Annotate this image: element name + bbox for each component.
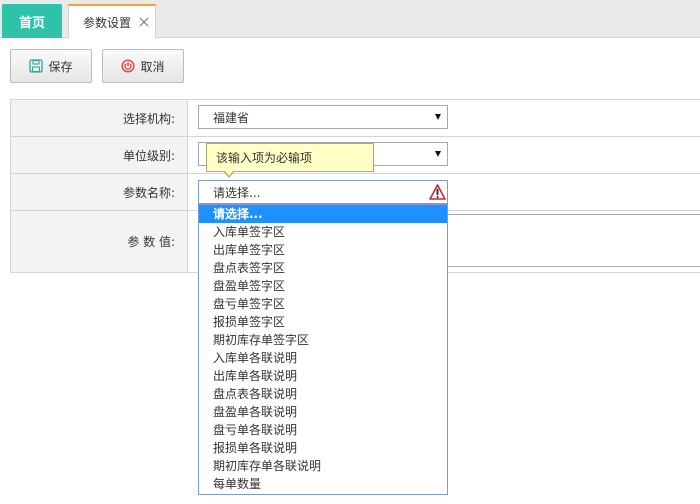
dropdown-option[interactable]: 出库单签字区 — [199, 241, 447, 259]
required-tooltip: 该输入项为必输项 — [206, 143, 374, 178]
dropdown-option[interactable]: 报损单签字区 — [199, 313, 447, 331]
org-select[interactable]: 福建省 — [198, 105, 448, 129]
dropdown-option[interactable]: 出库单各联说明 — [199, 367, 447, 385]
org-select-value: 福建省 — [213, 110, 250, 125]
power-icon — [121, 59, 135, 73]
save-icon — [29, 59, 44, 73]
tab-param-settings-label: 参数设置 — [83, 16, 132, 30]
level-label: 单位级别: — [11, 137, 188, 173]
dropdown-option[interactable]: 入库单各联说明 — [199, 349, 447, 367]
warning-icon — [429, 184, 446, 200]
tab-home-label: 首页 — [18, 15, 45, 31]
tab-home[interactable]: 首页 — [2, 4, 62, 38]
dropdown-option[interactable]: 入库单签字区 — [199, 223, 447, 241]
param-name-dropdown-list: 请选择... 入库单签字区 出库单签字区 盘点表签字区 盘盈单签字区 盘亏单签字区 报损单签… — [198, 204, 448, 495]
dropdown-option[interactable]: 期初库存单签字区 — [199, 331, 447, 349]
dropdown-option[interactable]: 每单数量 — [199, 475, 447, 493]
tab-bar: 首页 参数设置 — [0, 0, 700, 39]
cancel-button-label: 取消 — [140, 59, 165, 74]
param-name-select-value: 请选择... — [213, 185, 261, 200]
org-label: 选择机构: — [11, 100, 188, 136]
close-icon[interactable] — [139, 17, 149, 27]
dropdown-option[interactable]: 盘点表签字区 — [199, 259, 447, 277]
cancel-button[interactable]: 取消 — [102, 49, 184, 83]
dropdown-option[interactable]: 请选择... — [199, 205, 447, 223]
dropdown-option[interactable]: 报损单各联说明 — [199, 439, 447, 457]
save-button-label: 保存 — [48, 59, 73, 74]
dropdown-option[interactable]: 盘盈单各联说明 — [199, 403, 447, 421]
dropdown-option[interactable]: 期初库存单各联说明 — [199, 457, 447, 475]
save-button[interactable]: 保存 — [10, 49, 92, 83]
param-value-label: 参 数 值: — [11, 211, 188, 272]
required-tooltip-text: 该输入项为必输项 — [216, 151, 313, 165]
tooltip-arrow-inner — [224, 170, 234, 176]
param-name-select[interactable]: 请选择... — [198, 180, 448, 204]
dropdown-option[interactable]: 盘盈单签字区 — [199, 277, 447, 295]
param-name-label: 参数名称: — [11, 174, 188, 210]
tab-param-settings[interactable]: 参数设置 — [68, 4, 156, 39]
dropdown-arrow-icon — [435, 114, 441, 120]
dropdown-option[interactable]: 盘亏单各联说明 — [199, 421, 447, 439]
dropdown-option[interactable]: 盘点表各联说明 — [199, 385, 447, 403]
dropdown-arrow-icon — [435, 151, 441, 157]
dropdown-option[interactable]: 盘亏单签字区 — [199, 295, 447, 313]
